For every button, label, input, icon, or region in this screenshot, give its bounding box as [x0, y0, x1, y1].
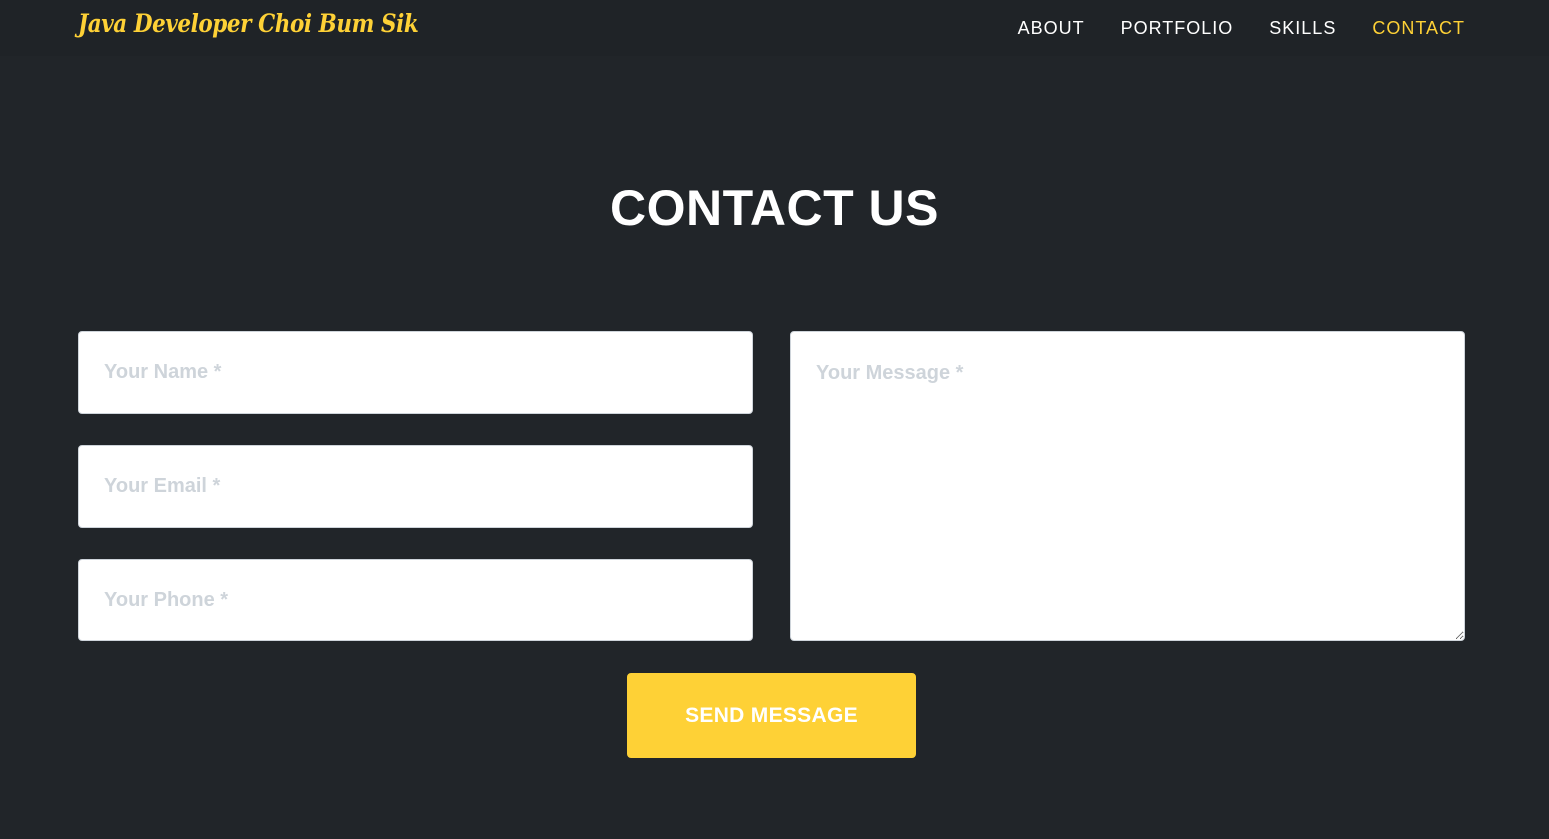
- nav-item-about: ABOUT: [982, 18, 1085, 39]
- nav-link-skills[interactable]: SKILLS: [1269, 18, 1336, 38]
- message-textarea[interactable]: [790, 331, 1465, 641]
- nav-item-contact: CONTACT: [1336, 18, 1465, 39]
- name-input[interactable]: [78, 331, 753, 414]
- nav-link-contact[interactable]: CONTACT: [1372, 18, 1465, 38]
- nav-menu: ABOUT PORTFOLIO SKILLS CONTACT: [982, 0, 1465, 56]
- email-input[interactable]: [78, 445, 753, 528]
- brand-logo-link[interactable]: Java Developer Choi Bum Sik: [78, 9, 419, 38]
- nav-item-skills: SKILLS: [1233, 18, 1336, 39]
- navbar: Java Developer Choi Bum Sik ABOUT PORTFO…: [0, 0, 1549, 56]
- section-heading: CONTACT US: [609, 180, 940, 236]
- nav-link-portfolio[interactable]: PORTFOLIO: [1121, 18, 1234, 38]
- nav-link-about[interactable]: ABOUT: [1018, 18, 1085, 38]
- send-message-button[interactable]: SEND MESSAGE: [627, 673, 916, 758]
- phone-input[interactable]: [78, 559, 753, 641]
- nav-item-portfolio: PORTFOLIO: [1085, 18, 1234, 39]
